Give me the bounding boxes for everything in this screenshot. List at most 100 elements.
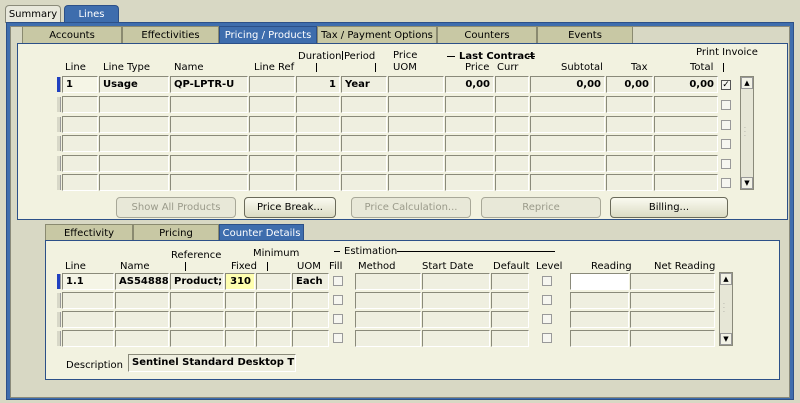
lines-grid-cell[interactable]	[445, 135, 494, 152]
lines-grid-cell[interactable]	[654, 154, 718, 172]
lines-grid-cell[interactable]	[249, 115, 295, 133]
tab-accounts[interactable]: Accounts	[22, 26, 122, 43]
tab-events[interactable]: Events	[537, 26, 633, 43]
lines-grid-cell[interactable]	[530, 135, 605, 152]
counter-grid-cell[interactable]	[62, 292, 114, 309]
counter-grid-cell[interactable]	[115, 330, 169, 347]
lines-grid-cell[interactable]	[530, 174, 605, 191]
lines-grid-cell[interactable]	[530, 115, 605, 133]
lines-grid-cell[interactable]	[249, 154, 295, 172]
lines-grid-cell[interactable]	[170, 115, 248, 133]
tab-pricing-products[interactable]: Pricing / Products	[219, 26, 317, 43]
counter-grid-cell[interactable]	[225, 292, 255, 309]
lines-grid-cell[interactable]	[341, 154, 387, 172]
tab-effectivities[interactable]: Effectivities	[122, 26, 219, 43]
fill-checkbox[interactable]	[333, 295, 343, 305]
counter-row-selector[interactable]	[57, 331, 61, 346]
row-selector[interactable]	[57, 116, 61, 132]
lines-grid-cell[interactable]	[445, 115, 494, 133]
lines-grid-cell[interactable]	[445, 174, 494, 191]
lines-grid-cell[interactable]	[388, 174, 444, 191]
counter-grid-cell[interactable]	[491, 292, 529, 309]
counter-grid-cell[interactable]	[115, 292, 169, 309]
tab-tax-payment-options[interactable]: Tax / Payment Options	[317, 26, 437, 43]
minimum-fixed-field[interactable]: 310	[225, 273, 255, 290]
lines-grid-cell[interactable]	[606, 135, 653, 152]
scroll-up-icon[interactable]: ▲	[741, 77, 753, 89]
estimation-default-field[interactable]	[491, 273, 529, 290]
tab-counters[interactable]: Counters	[437, 26, 537, 43]
total-field[interactable]: 0,00	[654, 76, 718, 93]
counter-grid-cell[interactable]	[225, 311, 255, 328]
lines-grid-cell[interactable]	[99, 115, 169, 133]
fill-checkbox[interactable]	[333, 314, 343, 324]
lines-grid-cell[interactable]	[495, 135, 529, 152]
lines-grid-cell[interactable]	[296, 96, 340, 113]
lines-grid-cell[interactable]	[495, 96, 529, 113]
row-selector[interactable]	[57, 136, 61, 151]
lines-grid-cell[interactable]	[654, 96, 718, 113]
lines-grid-cell[interactable]	[99, 96, 169, 113]
lines-grid-cell[interactable]	[530, 96, 605, 113]
counter-grid-cell[interactable]	[170, 311, 224, 328]
counter-grid-cell[interactable]	[292, 292, 329, 309]
billing-button[interactable]: Billing...	[610, 197, 728, 218]
counter-line-field[interactable]: 1.1	[62, 273, 114, 290]
counter-grid-cell[interactable]	[170, 292, 224, 309]
tab-lines[interactable]: Lines	[64, 5, 119, 23]
lines-grid-cell[interactable]	[249, 135, 295, 152]
scroll-down-icon[interactable]: ▼	[720, 333, 732, 345]
fill-checkbox[interactable]	[333, 276, 343, 286]
lines-grid-cell[interactable]	[388, 154, 444, 172]
counter-grid-cell[interactable]	[355, 330, 421, 347]
counter-row-selector-current[interactable]	[57, 274, 61, 289]
print-invoice-checkbox[interactable]	[721, 178, 731, 188]
counter-grid-cell[interactable]	[570, 330, 629, 347]
counter-grid-cell[interactable]	[256, 330, 291, 347]
counter-grid-cell[interactable]	[355, 311, 421, 328]
lines-grid-cell[interactable]	[62, 154, 98, 172]
last-price-field[interactable]: 0,00	[445, 76, 494, 93]
counter-grid-cell[interactable]	[630, 311, 715, 328]
lines-grid-cell[interactable]	[249, 174, 295, 191]
product-name-field[interactable]: QP-LPTR-U	[170, 76, 248, 93]
counter-grid-cell[interactable]	[630, 292, 715, 309]
tab-pricing[interactable]: Pricing	[133, 224, 219, 241]
lines-grid-cell[interactable]	[170, 96, 248, 113]
lines-grid-cell[interactable]	[606, 154, 653, 172]
lines-grid-cell[interactable]	[606, 174, 653, 191]
lines-grid-cell[interactable]	[341, 115, 387, 133]
tab-effectivity[interactable]: Effectivity	[45, 224, 133, 241]
counter-grid-cell[interactable]	[225, 330, 255, 347]
price-break-button[interactable]: Price Break...	[244, 197, 336, 218]
lines-grid-cell[interactable]	[296, 135, 340, 152]
line-ref-field[interactable]	[249, 76, 295, 93]
lines-grid-cell[interactable]	[388, 135, 444, 152]
lines-grid-cell[interactable]	[62, 115, 98, 133]
lines-grid-cell[interactable]	[62, 96, 98, 113]
lines-grid-cell[interactable]	[99, 135, 169, 152]
duration-field[interactable]: 1	[296, 76, 340, 93]
lines-grid-cell[interactable]	[170, 154, 248, 172]
counter-grid-cell[interactable]	[292, 330, 329, 347]
counter-grid-cell[interactable]	[422, 330, 490, 347]
lines-grid-cell[interactable]	[341, 174, 387, 191]
tax-field[interactable]: 0,00	[606, 76, 653, 93]
lines-grid-cell[interactable]	[341, 135, 387, 152]
lines-grid-cell[interactable]	[495, 115, 529, 133]
counter-grid-cell[interactable]	[422, 311, 490, 328]
counter-row-selector[interactable]	[57, 293, 61, 308]
lines-grid-cell[interactable]	[445, 96, 494, 113]
lines-grid-cell[interactable]	[495, 154, 529, 172]
counter-grid-cell[interactable]	[292, 311, 329, 328]
currency-field[interactable]	[495, 76, 529, 93]
row-selector[interactable]	[57, 155, 61, 171]
lines-grid-cell[interactable]	[654, 115, 718, 133]
show-all-products-button[interactable]: Show All Products	[116, 197, 236, 218]
scroll-up-icon[interactable]: ▲	[720, 273, 732, 285]
tab-summary[interactable]: Summary	[5, 5, 61, 23]
print-invoice-checkbox[interactable]	[721, 139, 731, 149]
counter-grid-cell[interactable]	[630, 330, 715, 347]
level-checkbox[interactable]	[542, 333, 552, 343]
counter-grid-cell[interactable]	[256, 292, 291, 309]
